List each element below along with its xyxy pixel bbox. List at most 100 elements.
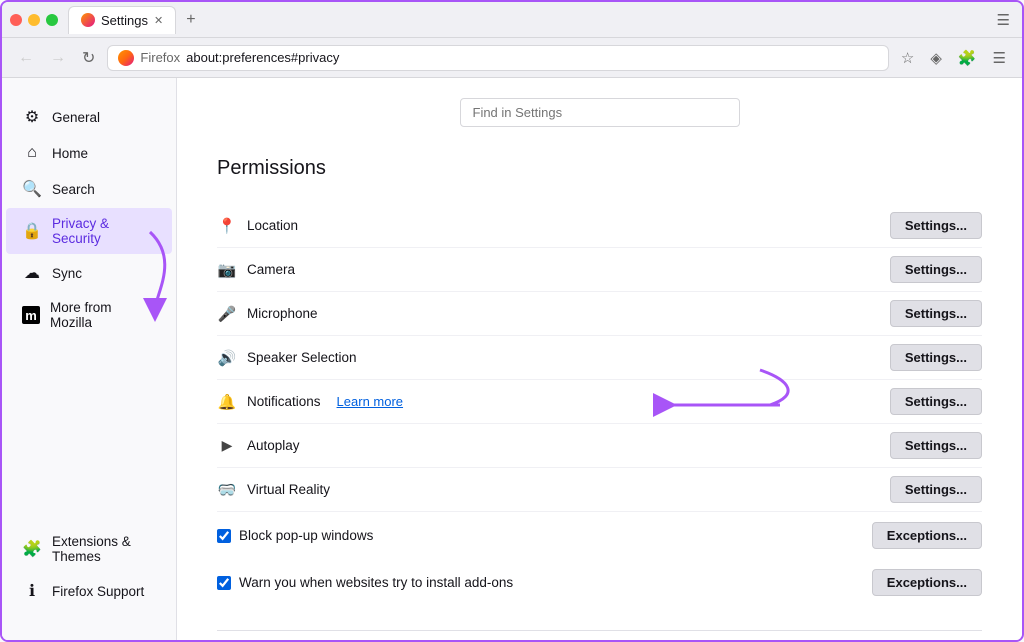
permission-row-microphone: 🎤 Microphone Settings... — [217, 292, 982, 336]
titlebar: Settings ✕ + ☰ — [2, 2, 1022, 38]
sidebar-bottom: 🧩 Extensions & Themes ℹ Firefox Support — [2, 525, 176, 620]
checkbox-row-popup: Block pop-up windows Exceptions... — [217, 512, 982, 559]
permission-row-camera: 📷 Camera Settings... — [217, 248, 982, 292]
back-button[interactable]: ← — [14, 45, 38, 71]
address-prefix: Firefox — [140, 50, 180, 65]
sidebar: ⚙ General ⌂ Home 🔍 Search 🔒 Privacy & Se… — [2, 78, 177, 640]
new-tab-button[interactable]: + — [180, 9, 201, 31]
sidebar-item-home[interactable]: ⌂ Home — [6, 136, 172, 170]
sidebar-item-general[interactable]: ⚙ General — [6, 99, 172, 135]
active-tab[interactable]: Settings ✕ — [68, 6, 176, 34]
sidebar-item-label: Extensions & Themes — [52, 534, 156, 564]
addons-exceptions-button[interactable]: Exceptions... — [872, 569, 982, 596]
sidebar-item-search[interactable]: 🔍 Search — [6, 171, 172, 207]
location-settings-button[interactable]: Settings... — [890, 212, 982, 239]
checkbox-row-addons: Warn you when websites try to install ad… — [217, 559, 982, 606]
notifications-icon: 🔔 — [217, 393, 237, 411]
permission-text-notifications: Notifications — [247, 394, 321, 409]
browser-frame: Settings ✕ + ☰ ← → ↻ Firefox about:prefe… — [0, 0, 1024, 642]
permission-label-microphone: 🎤 Microphone — [217, 305, 318, 323]
permission-label-speaker: 🔊 Speaker Selection — [217, 349, 357, 367]
tab-bar: Settings ✕ + — [68, 6, 987, 34]
permission-label-notifications: 🔔 Notifications Learn more — [217, 393, 403, 411]
sidebar-item-label: Firefox Support — [52, 584, 144, 599]
permission-text-location: Location — [247, 218, 298, 233]
sidebar-item-support[interactable]: ℹ Firefox Support — [6, 573, 172, 609]
pocket-icon[interactable]: ◈ — [926, 47, 946, 69]
permission-row-vr: 🥽 Virtual Reality Settings... — [217, 468, 982, 512]
navigation-toolbar: ← → ↻ Firefox about:preferences#privacy … — [2, 38, 1022, 78]
sidebar-item-label: Privacy & Security — [52, 216, 156, 246]
permission-row-location: 📍 Location Settings... — [217, 204, 982, 248]
minimize-window-button[interactable] — [28, 14, 40, 26]
vr-settings-button[interactable]: Settings... — [890, 476, 982, 503]
sidebar-item-mozilla[interactable]: m More from Mozilla — [6, 292, 172, 338]
camera-settings-button[interactable]: Settings... — [890, 256, 982, 283]
lock-icon: 🔒 — [22, 221, 42, 241]
permission-text-microphone: Microphone — [247, 306, 318, 321]
tab-close-icon[interactable]: ✕ — [154, 14, 163, 27]
autoplay-settings-button[interactable]: Settings... — [890, 432, 982, 459]
popup-checkbox-label: Block pop-up windows — [217, 528, 373, 543]
close-window-button[interactable] — [10, 14, 22, 26]
forward-button[interactable]: → — [46, 45, 70, 71]
tab-label: Settings — [101, 13, 148, 28]
permission-text-speaker: Speaker Selection — [247, 350, 357, 365]
permissions-section: Permissions 📍 Location Settings... 📷 Cam… — [217, 157, 982, 606]
microphone-icon: 🎤 — [217, 305, 237, 323]
popup-exceptions-button[interactable]: Exceptions... — [872, 522, 982, 549]
sidebar-item-label: Home — [52, 146, 88, 161]
microphone-settings-button[interactable]: Settings... — [890, 300, 982, 327]
page-body: ⚙ General ⌂ Home 🔍 Search 🔒 Privacy & Se… — [2, 78, 1022, 640]
speaker-icon: 🔊 — [217, 349, 237, 367]
permission-label-autoplay: ▶ Autoplay — [217, 437, 300, 454]
location-icon: 📍 — [217, 217, 237, 235]
maximize-window-button[interactable] — [46, 14, 58, 26]
addons-checkbox-label: Warn you when websites try to install ad… — [217, 575, 513, 590]
popup-checkbox[interactable] — [217, 529, 231, 543]
address-url: about:preferences#privacy — [186, 50, 339, 65]
bookmark-star-icon[interactable]: ☆ — [897, 47, 918, 69]
firefox-icon — [118, 50, 134, 66]
window-controls — [10, 14, 58, 26]
popup-checkbox-text: Block pop-up windows — [239, 528, 373, 543]
permission-row-speaker: 🔊 Speaker Selection Settings... — [217, 336, 982, 380]
permission-label-camera: 📷 Camera — [217, 261, 295, 279]
sidebar-item-extensions[interactable]: 🧩 Extensions & Themes — [6, 526, 172, 572]
sidebar-item-label: Sync — [52, 266, 82, 281]
notifications-settings-button[interactable]: Settings... — [890, 388, 982, 415]
mozilla-icon: m — [22, 306, 40, 324]
search-bar-container — [217, 78, 982, 157]
permission-text-autoplay: Autoplay — [247, 438, 300, 453]
search-icon: 🔍 — [22, 179, 42, 199]
permission-text-vr: Virtual Reality — [247, 482, 330, 497]
permission-row-notifications: 🔔 Notifications Learn more Settings... — [217, 380, 982, 424]
vr-icon: 🥽 — [217, 481, 237, 499]
hamburger-menu-icon[interactable]: ☰ — [989, 47, 1010, 69]
list-menu-icon[interactable]: ☰ — [993, 9, 1014, 31]
addons-checkbox-text: Warn you when websites try to install ad… — [239, 575, 513, 590]
sidebar-item-sync[interactable]: ☁ Sync — [6, 255, 172, 291]
extensions-themes-icon: 🧩 — [22, 539, 42, 559]
find-in-settings-input[interactable] — [460, 98, 740, 127]
sidebar-nav: ⚙ General ⌂ Home 🔍 Search 🔒 Privacy & Se… — [2, 98, 176, 339]
refresh-button[interactable]: ↻ — [78, 44, 99, 72]
sync-icon: ☁ — [22, 263, 42, 283]
section-divider — [217, 630, 982, 631]
speaker-settings-button[interactable]: Settings... — [890, 344, 982, 371]
permission-label-vr: 🥽 Virtual Reality — [217, 481, 330, 499]
sidebar-item-privacy[interactable]: 🔒 Privacy & Security — [6, 208, 172, 254]
firefox-favicon — [81, 13, 95, 27]
camera-icon: 📷 — [217, 261, 237, 279]
extensions-icon[interactable]: 🧩 — [954, 47, 981, 69]
support-icon: ℹ — [22, 581, 42, 601]
permissions-title: Permissions — [217, 157, 982, 188]
address-bar[interactable]: Firefox about:preferences#privacy — [107, 45, 888, 71]
titlebar-icons: ☰ — [993, 9, 1014, 31]
addons-checkbox[interactable] — [217, 576, 231, 590]
sidebar-item-label: More from Mozilla — [50, 300, 156, 330]
sidebar-item-label: General — [52, 110, 100, 125]
notifications-learn-more-link[interactable]: Learn more — [337, 394, 403, 409]
home-icon: ⌂ — [22, 144, 42, 162]
gear-icon: ⚙ — [22, 107, 42, 127]
